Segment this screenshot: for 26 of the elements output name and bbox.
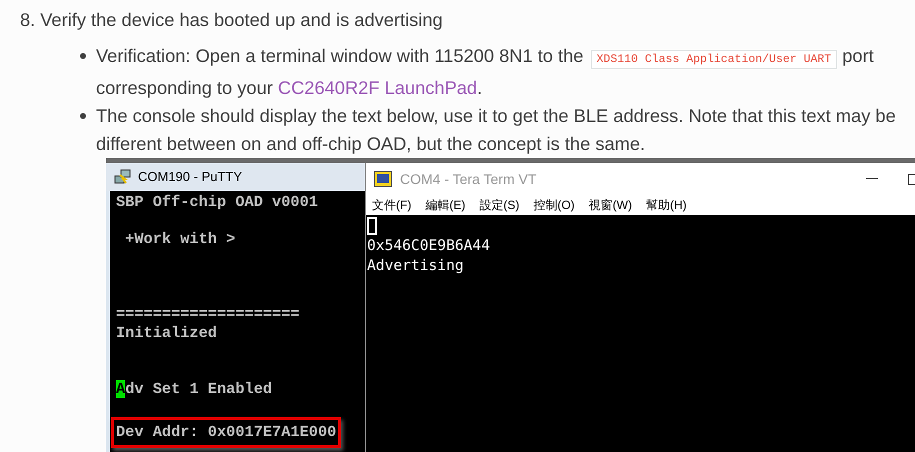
step-number: 8. xyxy=(20,8,36,32)
window-title: COM4 - Tera Term VT xyxy=(400,170,536,188)
terminal-line: Initialized xyxy=(116,324,217,342)
bullet-icon xyxy=(80,53,86,59)
terminal-line: 0x546C0E9B6A44 xyxy=(367,236,490,256)
menu-item[interactable]: 視窗(W) xyxy=(588,196,632,214)
menu-item[interactable]: 幫助(H) xyxy=(646,196,687,214)
terminal-icon xyxy=(374,171,392,187)
terminal-line: SBP Off-chip OAD v0001 xyxy=(116,193,318,212)
terminal-line: ==================== xyxy=(116,305,300,324)
window-title: COM190 - PuTTY xyxy=(138,168,242,186)
minimize-icon[interactable] xyxy=(866,178,878,180)
computer-icon xyxy=(114,169,132,185)
menu-item[interactable]: 控制(O) xyxy=(533,196,575,214)
menu-item[interactable]: 編輯(E) xyxy=(425,196,466,214)
menu-item[interactable]: 設定(S) xyxy=(479,196,520,214)
link[interactable]: CC2640R2F LaunchPad xyxy=(278,77,478,98)
terminal-line: Advertising xyxy=(367,256,464,276)
menu-item[interactable]: 文件(F) xyxy=(372,196,412,214)
step-title: Verify the device has booted up and is advertising xyxy=(40,8,443,32)
terminal-line: +Work with > xyxy=(124,230,236,250)
bullet-text: Verification: Open a terminal window with 115200 8N1 to the XDS110 Class Application/User UART port corresponding to your CC2640R2F LaunchPad. xyxy=(96,44,875,100)
bullet-icon xyxy=(80,113,86,119)
terminal-line: Adv Set 1 Enabled xyxy=(116,380,272,399)
bullet-text: The console should display the text below, use it to get the BLE address. Note that this text may be different between on and off-chip OAD, but the concept is the same. xyxy=(96,104,897,156)
inline-code: XDS110 Class Application/User UART xyxy=(590,50,838,69)
